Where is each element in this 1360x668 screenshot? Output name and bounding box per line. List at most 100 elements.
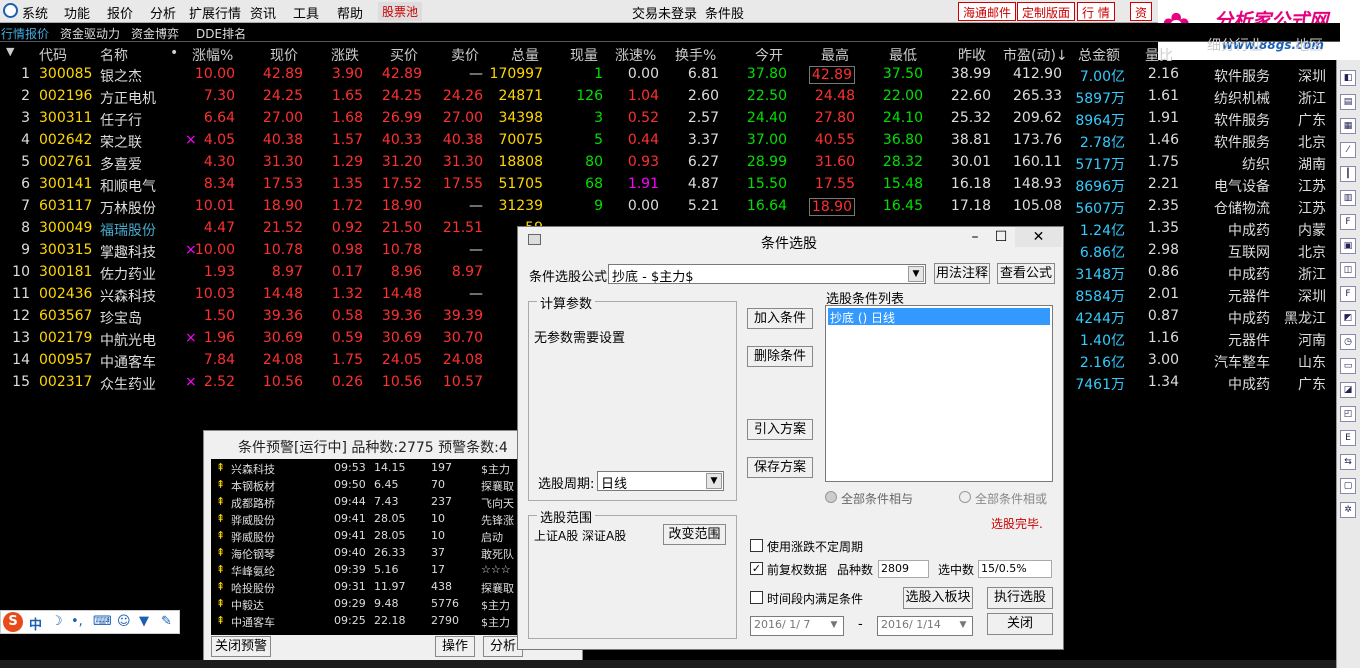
date-from-chevron-icon[interactable]: ▼ [826, 618, 842, 634]
col-bid[interactable]: 买价 [390, 45, 418, 65]
col-high[interactable]: 最高 [821, 45, 849, 65]
save-plan-button[interactable]: 保存方案 [747, 457, 813, 478]
use-period-checkbox[interactable] [750, 539, 763, 552]
chevron-down-icon[interactable]: ▼ [908, 266, 924, 282]
alarm-list[interactable]: ⇞ 兴森科技 09:53 14.15 197 $主力 ⇞ 本钢板材 09:50 6.45 70 探襄取… [211, 459, 541, 635]
time-range-checkbox[interactable] [750, 591, 763, 604]
sogou-logo-icon[interactable]: S [3, 612, 23, 632]
toolbar-icon-3[interactable]: ▦ [1340, 118, 1356, 134]
ime-mode[interactable]: 中 [29, 614, 42, 633]
alarm-item[interactable]: ⇞ 兴森科技 09:53 14.15 197 $主力 [211, 459, 541, 476]
custom-layout-button[interactable]: 定制版面 [1017, 2, 1076, 21]
tab-fund-drive[interactable]: 资金驱动力 [60, 25, 120, 42]
condition-list[interactable]: 抄底 () 日线 [825, 305, 1053, 482]
col-pe[interactable]: 市盈(动)↓ [1003, 45, 1068, 65]
period-select[interactable]: 日线 ▼ [597, 471, 724, 491]
k-line-icon[interactable]: ┃ [1340, 166, 1356, 182]
f12-icon[interactable]: F [1340, 286, 1356, 302]
to-block-button[interactable]: 选股入板块 [903, 587, 973, 609]
menu-quote[interactable]: 报价 [107, 3, 133, 22]
alarm-item[interactable]: ⇞ 骅威股份 09:41 28.05 10 启动 [211, 527, 541, 544]
wrench-icon[interactable]: ✎ [161, 614, 172, 629]
menu-analysis[interactable]: 分析 [150, 3, 176, 22]
dialog-close-button[interactable]: 关闭 [987, 613, 1053, 635]
table-row[interactable]: 4 002642 荣之联 × 4.05 40.38 1.57 40.33 40.38 70075 5… [0, 130, 1340, 152]
condition-list-item[interactable]: 抄底 () 日线 [828, 308, 1050, 325]
sort-arrow-icon[interactable]: ▼ [6, 45, 14, 58]
col-volume[interactable]: 总量 [511, 45, 539, 65]
folder-icon[interactable]: ▭ [1340, 358, 1356, 374]
alarm-item[interactable]: ⇞ 成都路桥 09:44 7.43 237 飞向天 [211, 493, 541, 510]
toolbar-icon-14[interactable]: ◪ [1340, 382, 1356, 398]
arrows-icon[interactable]: ⇆ [1340, 454, 1356, 470]
table-row[interactable]: 6 300141 和顺电气 8.34 17.53 1.35 17.52 17.55 51705 6… [0, 174, 1340, 196]
close-alarm-button[interactable]: 关闭预警 [211, 636, 271, 657]
alarm-item[interactable]: ⇞ 骅威股份 09:41 28.05 10 先锋涨 [211, 510, 541, 527]
alarm-item[interactable]: ⇞ 哈投股份 09:31 11.97 438 探襄取 [211, 578, 541, 595]
stock-screen-label[interactable]: 条件股 [705, 3, 744, 22]
moon-icon[interactable]: ☽ [51, 614, 63, 629]
col-turnover[interactable]: 换手% [675, 45, 716, 65]
col-speed[interactable]: 涨速% [615, 45, 656, 65]
alarm-item[interactable]: ⇞ 中毅达 09:29 9.48 5776 $主力 [211, 595, 541, 612]
gear-icon[interactable]: ✲ [1340, 502, 1356, 518]
toolbar-icon-8[interactable]: ▣ [1340, 238, 1356, 254]
col-amount[interactable]: 总金额 [1078, 45, 1120, 65]
menu-help[interactable]: 帮助 [337, 3, 363, 22]
or-radio[interactable] [959, 491, 971, 503]
toolbar-icon-9[interactable]: ◫ [1340, 262, 1356, 278]
adjust-checkbox[interactable]: ✓ [750, 562, 763, 575]
menu-news[interactable]: 资讯 [250, 3, 276, 22]
info-button[interactable]: 资 [1130, 2, 1153, 21]
table-row[interactable]: 7 603117 万林股份 10.01 18.90 1.72 18.90 — 31239 9 0.0… [0, 196, 1340, 218]
col-area[interactable]: 地区 [1295, 35, 1323, 55]
col-name[interactable]: 名称 [100, 45, 128, 65]
dialog-titlebar[interactable]: 条件选股 – ☐ ✕ [518, 227, 1063, 255]
tab-fund-game[interactable]: 资金博弈 [131, 25, 179, 42]
import-plan-button[interactable]: 引入方案 [747, 419, 813, 440]
date-to-picker[interactable]: 2016/ 1/14 ▼ [877, 616, 973, 636]
col-cur-vol[interactable]: 现量 [570, 45, 598, 65]
toolbar-icon-2[interactable]: ▤ [1340, 94, 1356, 110]
toolbar-icon-6[interactable]: ▥ [1340, 190, 1356, 206]
col-open[interactable]: 今开 [755, 45, 783, 65]
alarm-item[interactable]: ⇞ 华峰氨纶 09:39 5.16 17 ☆☆☆ [211, 561, 541, 578]
tab-quotes[interactable]: 行情报价 [1, 25, 49, 42]
stock-pool-tab[interactable]: 股票池 [378, 2, 423, 21]
date-to-chevron-icon[interactable]: ▼ [955, 618, 971, 634]
line-chart-icon[interactable]: ⁄ [1340, 142, 1356, 158]
col-low[interactable]: 最低 [889, 45, 917, 65]
date-from-picker[interactable]: 2016/ 1/ 7 ▼ [750, 616, 844, 636]
col-code[interactable]: 代码 [39, 45, 67, 65]
table-row[interactable]: 3 300311 任子行 6.64 27.00 1.68 26.99 27.00 34398 3 0… [0, 108, 1340, 130]
period-chevron-down-icon[interactable]: ▼ [706, 473, 722, 489]
col-ask[interactable]: 卖价 [451, 45, 479, 65]
table-row[interactable]: 2 002196 方正电机 7.30 24.25 1.65 24.25 24.26 24871 1… [0, 86, 1340, 108]
toolbar-icon-15[interactable]: ◰ [1340, 406, 1356, 422]
col-prev-close[interactable]: 昨收 [958, 45, 986, 65]
quote-button[interactable]: 行 情 [1077, 2, 1115, 21]
toolbar-icon-1[interactable]: ◧ [1340, 70, 1356, 86]
change-range-button[interactable]: 改变范围 [663, 524, 726, 545]
maximize-icon[interactable]: ☐ [990, 227, 1012, 247]
delete-condition-button[interactable]: 删除条件 [747, 346, 813, 367]
mail-button[interactable]: 海通邮件 [958, 2, 1017, 21]
menu-function[interactable]: 功能 [64, 3, 90, 22]
run-screen-button[interactable]: 执行选股 [987, 587, 1053, 609]
toolbar-icon-18[interactable]: ▢ [1340, 478, 1356, 494]
toolbar-icon-11[interactable]: ◩ [1340, 310, 1356, 326]
add-condition-button[interactable]: 加入条件 [747, 308, 813, 329]
alarm-op-button[interactable]: 操作 [435, 636, 475, 657]
table-row[interactable]: 5 002761 多喜爱 4.30 31.30 1.29 31.20 31.30 18808 80… [0, 152, 1340, 174]
punct-icon[interactable]: •, [71, 614, 83, 629]
menu-tools[interactable]: 工具 [293, 3, 319, 22]
col-vol-ratio[interactable]: 量比 [1145, 45, 1173, 65]
f10-icon[interactable]: F [1340, 214, 1356, 230]
shirt-icon[interactable]: ▼ [139, 614, 149, 629]
minimize-icon[interactable]: – [964, 227, 986, 247]
alarm-item[interactable]: ⇞ 海伦钢琴 09:40 26.33 37 敢死队 [211, 544, 541, 561]
col-change[interactable]: 涨跌 [331, 45, 359, 65]
menu-system[interactable]: 系统 [22, 3, 48, 22]
col-industry[interactable]: 细分行业 [1207, 35, 1263, 55]
user-icon[interactable]: ☺ [117, 614, 131, 629]
